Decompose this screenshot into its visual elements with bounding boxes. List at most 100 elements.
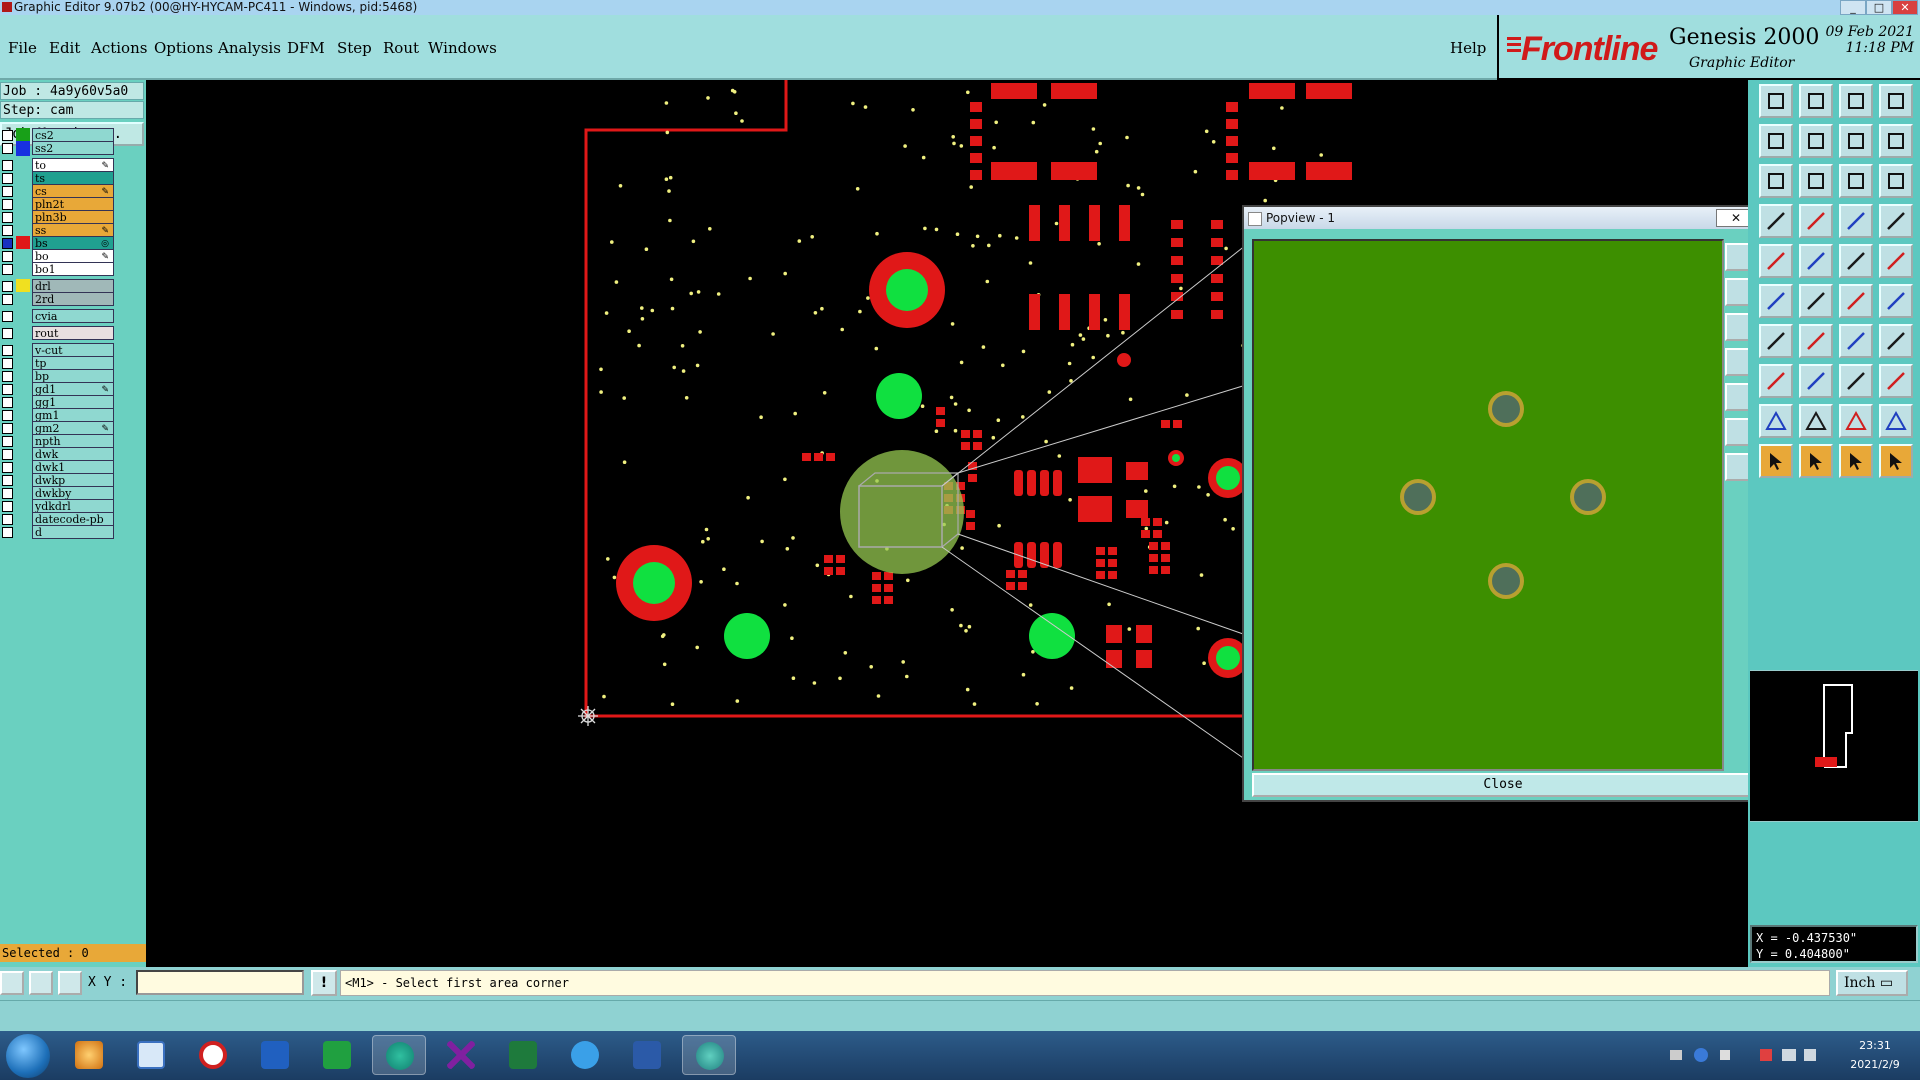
layer-checkbox[interactable] — [2, 238, 13, 249]
layer-checkbox[interactable] — [2, 294, 13, 305]
layer-name[interactable]: cs2 — [32, 128, 114, 142]
tray-keyboard-icon[interactable] — [1670, 1050, 1682, 1060]
tray-network-icon[interactable] — [1782, 1049, 1796, 1061]
line-icon[interactable] — [1799, 244, 1833, 278]
layer-color-swatch[interactable] — [16, 326, 30, 341]
select-icon[interactable] — [1799, 444, 1833, 478]
layer-name[interactable]: drl — [32, 279, 114, 293]
node-icon[interactable] — [1759, 284, 1793, 318]
layer-row-d[interactable]: d — [0, 525, 118, 540]
start-orb-icon[interactable] — [6, 1034, 50, 1078]
angle-icon[interactable] — [1759, 324, 1793, 358]
app-shell-icon[interactable] — [62, 1035, 116, 1075]
triangle-icon[interactable] — [1759, 404, 1793, 438]
tri-outline-icon[interactable] — [1879, 404, 1913, 438]
layer-row-2rd[interactable]: 2rd — [0, 292, 118, 307]
layer-name[interactable]: v-cut — [32, 343, 114, 357]
xy-input[interactable] — [136, 970, 304, 995]
layer-checkbox[interactable] — [2, 264, 13, 275]
menu-file[interactable]: File — [8, 39, 37, 57]
minus-icon[interactable] — [1799, 364, 1833, 398]
layer-name[interactable]: cs ✎ — [32, 184, 114, 198]
layer-checkbox[interactable] — [2, 199, 13, 210]
word-icon[interactable] — [620, 1035, 674, 1075]
layer-name[interactable]: d — [32, 525, 114, 539]
notepad-icon[interactable] — [124, 1035, 178, 1075]
layer-name[interactable]: gm1 — [32, 408, 114, 422]
minimize-button[interactable]: _ — [1840, 0, 1866, 15]
connect-icon[interactable] — [1839, 284, 1873, 318]
layer-checkbox[interactable] — [2, 251, 13, 262]
layer-name[interactable]: gg1 — [32, 395, 114, 409]
app-x-icon[interactable] — [434, 1035, 488, 1075]
layer-checkbox[interactable] — [2, 328, 13, 339]
layer-checkbox[interactable] — [2, 225, 13, 236]
layer-checkbox[interactable] — [2, 371, 13, 382]
app-p-icon[interactable] — [310, 1035, 364, 1075]
layer-name[interactable]: bs ◎ — [32, 236, 114, 250]
layer-name[interactable]: npth — [32, 434, 114, 448]
save-disk-icon[interactable] — [248, 1035, 302, 1075]
layer-checkbox[interactable] — [2, 143, 13, 154]
grid-mode-icon[interactable] — [58, 971, 82, 995]
layer-color-swatch[interactable] — [16, 309, 30, 324]
layer-name[interactable]: rout — [32, 326, 114, 340]
rotate-icon[interactable] — [1879, 124, 1913, 158]
layer-color-swatch[interactable] — [16, 141, 30, 156]
layer-color-swatch[interactable] — [16, 525, 30, 540]
mirror-icon[interactable] — [1839, 124, 1873, 158]
layer-name[interactable]: dwkp — [32, 473, 114, 487]
menu-rout[interactable]: Rout — [383, 39, 419, 57]
grid-icon[interactable] — [1799, 204, 1833, 238]
taskbar-clock[interactable]: 23:31 2021/2/9 — [1835, 1036, 1915, 1074]
genesis-eye-icon[interactable] — [682, 1035, 736, 1075]
layer-checkbox[interactable] — [2, 423, 13, 434]
multi-select-icon[interactable] — [1879, 444, 1913, 478]
tray-help-icon[interactable] — [1694, 1048, 1708, 1062]
maximize-button[interactable]: □ — [1866, 0, 1892, 15]
layer-name[interactable]: pln2t — [32, 197, 114, 211]
fit-icon[interactable] — [1759, 164, 1793, 198]
layer-checkbox[interactable] — [2, 345, 13, 356]
layer-name[interactable]: 2rd — [32, 292, 114, 306]
layer-name[interactable]: pln3b — [32, 210, 114, 224]
slash-icon[interactable] — [1799, 324, 1833, 358]
scale-icon[interactable] — [1839, 164, 1873, 198]
tray-volume-icon[interactable] — [1804, 1049, 1816, 1061]
layer-name[interactable]: dwkby — [32, 486, 114, 500]
cross-icon[interactable] — [1799, 284, 1833, 318]
measure-mode-icon[interactable] — [29, 971, 53, 995]
snap-mode-icon[interactable] — [0, 971, 24, 995]
layer-checkbox[interactable] — [2, 311, 13, 322]
layer-checkbox[interactable] — [2, 397, 13, 408]
help-icon[interactable] — [1879, 164, 1913, 198]
layer-row-rout[interactable]: rout — [0, 326, 118, 341]
gear-icon[interactable] — [1879, 364, 1913, 398]
layer-color-swatch[interactable] — [16, 262, 30, 277]
layer-name[interactable]: dwk — [32, 447, 114, 461]
tray-arrow-icon[interactable] — [1720, 1050, 1730, 1060]
layer-row-ss2[interactable]: ss2 — [0, 141, 118, 156]
tray-flag-icon[interactable] — [1760, 1049, 1772, 1061]
layer-name[interactable]: datecode-pb — [32, 512, 114, 526]
layer-name[interactable]: ydkdrl — [32, 499, 114, 513]
layer-name[interactable]: bo ✎ — [32, 249, 114, 263]
menu-windows[interactable]: Windows — [428, 39, 497, 57]
layer-checkbox[interactable] — [2, 212, 13, 223]
clamp-icon[interactable] — [1839, 364, 1873, 398]
pointer-icon[interactable] — [1759, 444, 1793, 478]
layer-name[interactable]: ss2 — [32, 141, 114, 155]
menu-dfm[interactable]: DFM — [287, 39, 325, 57]
layer-name[interactable]: bp — [32, 369, 114, 383]
layer-checkbox[interactable] — [2, 475, 13, 486]
menu-options[interactable]: Options — [154, 39, 213, 57]
layer-checkbox[interactable] — [2, 358, 13, 369]
system-tray[interactable] — [1670, 1046, 1820, 1066]
layer-checkbox[interactable] — [2, 436, 13, 447]
layer-checkbox[interactable] — [2, 501, 13, 512]
layer-checkbox[interactable] — [2, 160, 13, 171]
layer-checkbox[interactable] — [2, 488, 13, 499]
open-icon[interactable] — [1759, 84, 1793, 118]
circle-icon[interactable] — [1879, 244, 1913, 278]
layer-name[interactable]: ss ✎ — [32, 223, 114, 237]
